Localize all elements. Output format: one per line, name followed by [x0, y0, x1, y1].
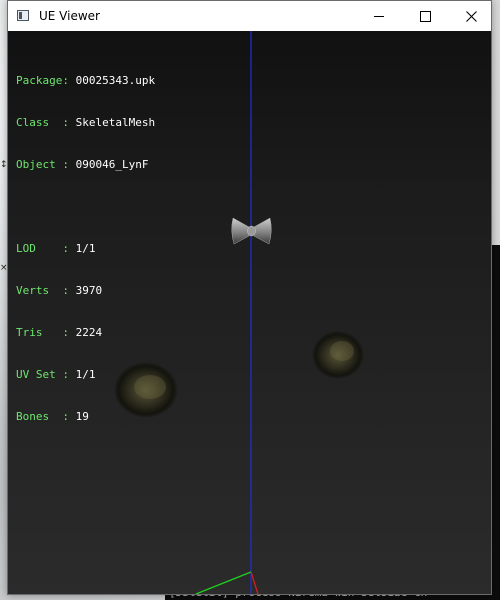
ue-viewer-window[interactable]: UE Viewer Package: 00025343.upk Class: …	[7, 0, 492, 595]
info-class: Class : SkeletalMesh	[16, 116, 156, 129]
desktop-edge-mark: ×	[0, 263, 8, 273]
fur-ball-right	[312, 331, 364, 379]
window-title: UE Viewer	[39, 9, 100, 23]
info-verts: Verts : 3970	[16, 284, 103, 297]
close-button[interactable]	[448, 1, 494, 31]
minimize-icon	[374, 15, 384, 17]
app-icon	[17, 10, 29, 21]
3d-viewport[interactable]: Package: 00025343.upk Class : SkeletalMe…	[8, 31, 491, 594]
info-package: Package: 00025343.upk	[16, 74, 156, 87]
desktop-edge-mark: ↕	[0, 160, 8, 170]
mesh-info-panel: Package: 00025343.upk Class : SkeletalMe…	[16, 46, 155, 452]
info-bones: Bones : 19	[16, 410, 89, 423]
info-tris: Tris : 2224	[16, 326, 103, 339]
minimize-button[interactable]	[356, 1, 402, 31]
maximize-icon	[419, 10, 431, 22]
info-uvset: UV Set : 1/1	[16, 368, 96, 381]
info-object: Object : 090046_LynF	[16, 158, 149, 171]
close-icon	[465, 10, 477, 22]
title-bar[interactable]: UE Viewer	[8, 1, 491, 31]
maximize-button[interactable]	[402, 1, 448, 31]
axis-gizmo	[195, 571, 259, 594]
info-lod: LOD : 1/1	[16, 242, 96, 255]
